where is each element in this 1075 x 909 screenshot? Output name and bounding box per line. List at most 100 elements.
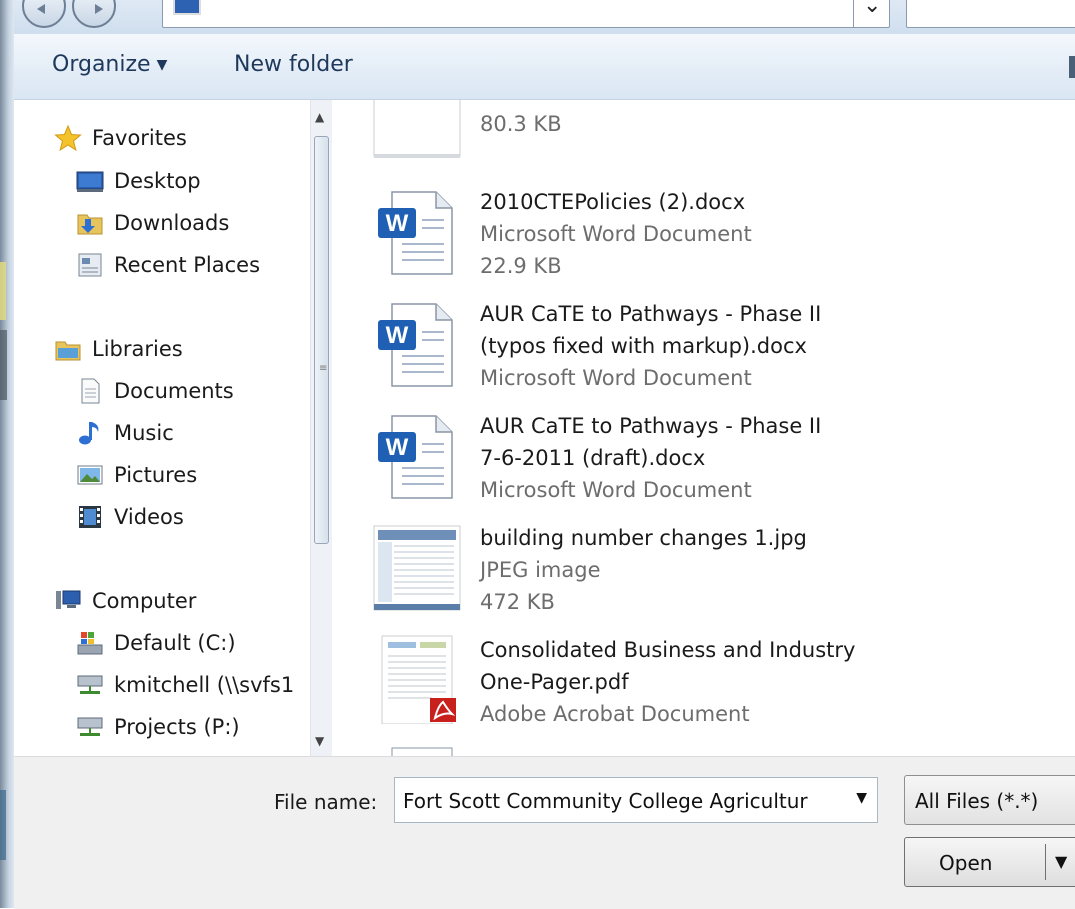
forward-button[interactable]: [72, 0, 116, 28]
desktop-icon: [76, 167, 104, 195]
file-type: Microsoft Word Document: [480, 478, 752, 502]
word-document-icon: W: [372, 412, 462, 502]
sidebar-item-pictures[interactable]: Pictures: [76, 457, 197, 493]
chevron-down-icon[interactable]: ▼: [856, 790, 867, 806]
svg-text:W: W: [386, 434, 409, 461]
libraries-icon: [54, 335, 82, 363]
list-item[interactable]: W 2010CTEPolicies (2).docx Microsoft Wor…: [340, 184, 1075, 280]
computer-icon: [54, 587, 82, 615]
sidebar-item-recent-places-label: Recent Places: [114, 253, 261, 277]
file-dialog-footer: File name: Fort Scott Community College …: [14, 756, 1075, 909]
documents-icon: [76, 377, 104, 405]
back-arrow-icon: [37, 4, 45, 14]
sidebar-item-desktop-label: Desktop: [114, 169, 201, 193]
sidebar-item-downloads[interactable]: Downloads: [76, 205, 229, 241]
list-item[interactable]: [340, 744, 1075, 756]
sidebar-item-recent-places[interactable]: Recent Places: [76, 247, 260, 283]
nav-scroll-thumb[interactable]: ≡: [314, 136, 329, 544]
forward-arrow-icon: [95, 4, 103, 14]
sidebar-item-default-c[interactable]: Default (C:): [76, 625, 236, 661]
file-name-line-2: One-Pager.pdf: [480, 670, 629, 694]
sidebar-item-default-c-label: Default (C:): [114, 631, 236, 655]
split-separator: [1045, 844, 1046, 880]
file-size: 22.9 KB: [480, 254, 562, 278]
file-name-value: Fort Scott Community College Agricultur: [403, 789, 808, 813]
videos-icon: [76, 503, 104, 531]
file-name: Consolidated Business and Industry: [480, 638, 856, 662]
scroll-down-icon[interactable]: ▼: [315, 734, 324, 748]
file-name: building number changes 1.jpg: [480, 526, 807, 550]
new-folder-button[interactable]: New folder: [234, 52, 353, 77]
open-button[interactable]: Open ▼: [904, 837, 1075, 887]
svg-text:W: W: [386, 210, 409, 237]
file-type: Microsoft Word Document: [480, 222, 752, 246]
file-list: PNG File 80.3 KB W 2010CTEPolicies (2).d…: [340, 100, 1075, 756]
list-item[interactable]: building number changes 1.jpg JPEG image…: [340, 520, 1075, 620]
file-name-line-2: (typos fixed with markup).docx: [480, 334, 807, 358]
nav-libraries-label: Libraries: [92, 337, 183, 361]
word-document-icon: W: [372, 188, 462, 278]
file-name-label: File name:: [274, 790, 378, 814]
back-button[interactable]: [22, 0, 66, 28]
sidebar-item-network-drive[interactable]: kmitchell (\\svfs1: [76, 667, 294, 703]
search-input[interactable]: [906, 0, 1075, 28]
file-size: 472 KB: [480, 590, 555, 614]
nav-favorites-label: Favorites: [92, 126, 187, 150]
sidebar-item-projects-p-label: Projects (P:): [114, 715, 240, 739]
organize-button[interactable]: Organize ▼: [52, 52, 167, 77]
sidebar-item-projects-p[interactable]: Projects (P:): [76, 709, 240, 745]
sidebar-item-documents[interactable]: Documents: [76, 373, 234, 409]
file-name: AUR CaTE to Pathways - Phase II: [480, 302, 822, 326]
network-drive-icon: [76, 671, 104, 699]
sidebar-item-music[interactable]: Music: [76, 415, 174, 451]
sidebar-item-music-label: Music: [114, 421, 174, 445]
recent-places-icon: [76, 251, 104, 279]
scroll-up-icon[interactable]: ▲: [315, 110, 324, 124]
pdf-document-icon: [372, 634, 462, 725]
file-type-filter-value: All Files (*.*): [915, 789, 1039, 813]
address-bar[interactable]: ⌄: [162, 0, 890, 28]
nav-scrollbar[interactable]: ▲ ≡ ▼: [310, 100, 332, 756]
command-toolbar: Organize ▼ New folder: [14, 34, 1075, 100]
caret-down-icon: ▼: [156, 57, 168, 73]
svg-text:W: W: [386, 322, 409, 349]
view-options-button[interactable]: [1069, 56, 1075, 78]
sidebar-item-videos[interactable]: Videos: [76, 499, 184, 535]
chevron-down-icon[interactable]: ▼: [1055, 852, 1067, 871]
music-note-icon: [76, 419, 104, 447]
downloads-folder-icon: [76, 209, 104, 237]
nav-computer[interactable]: Computer: [54, 583, 196, 619]
desktop-location-icon: [173, 0, 201, 15]
file-type-filter[interactable]: All Files (*.*): [904, 775, 1075, 825]
jpeg-image-icon: [372, 522, 462, 612]
nav-libraries[interactable]: Libraries: [54, 331, 183, 367]
file-size: 80.3 KB: [480, 112, 562, 136]
windows-drive-icon: [76, 629, 104, 657]
list-item[interactable]: W AUR CaTE to Pathways - Phase II (typos…: [340, 296, 1075, 396]
list-item[interactable]: PNG File 80.3 KB: [340, 100, 1075, 166]
navigation-pane: Favorites Desktop Downloads Recent Place…: [14, 100, 332, 756]
network-drive-icon: [76, 713, 104, 741]
organize-label: Organize: [52, 52, 151, 77]
chevron-down-icon[interactable]: ⌄: [863, 0, 881, 18]
open-button-label: Open: [939, 851, 993, 875]
file-name: AUR CaTE to Pathways - Phase II: [480, 414, 822, 438]
sidebar-item-desktop[interactable]: Desktop: [76, 163, 201, 199]
word-document-icon: W: [372, 300, 462, 390]
sidebar-item-documents-label: Documents: [114, 379, 234, 403]
list-item[interactable]: W AUR CaTE to Pathways - Phase II 7-6-20…: [340, 408, 1075, 508]
file-name-field[interactable]: Fort Scott Community College Agricultur …: [394, 777, 878, 823]
file-type: JPEG image: [480, 558, 601, 582]
nav-favorites[interactable]: Favorites: [54, 120, 187, 156]
file-type: PNG File: [480, 100, 566, 108]
file-name-line-2: 7-6-2011 (draft).docx: [480, 446, 706, 470]
list-item[interactable]: Consolidated Business and Industry One-P…: [340, 632, 1075, 732]
document-icon: [372, 746, 462, 756]
sidebar-item-network-drive-label: kmitchell (\\svfs1: [114, 673, 295, 697]
sidebar-item-pictures-label: Pictures: [114, 463, 198, 487]
star-icon: [54, 124, 82, 152]
file-name: 2010CTEPolicies (2).docx: [480, 190, 746, 214]
address-separator: [853, 0, 854, 27]
nav-computer-label: Computer: [92, 589, 197, 613]
pictures-icon: [76, 461, 104, 489]
